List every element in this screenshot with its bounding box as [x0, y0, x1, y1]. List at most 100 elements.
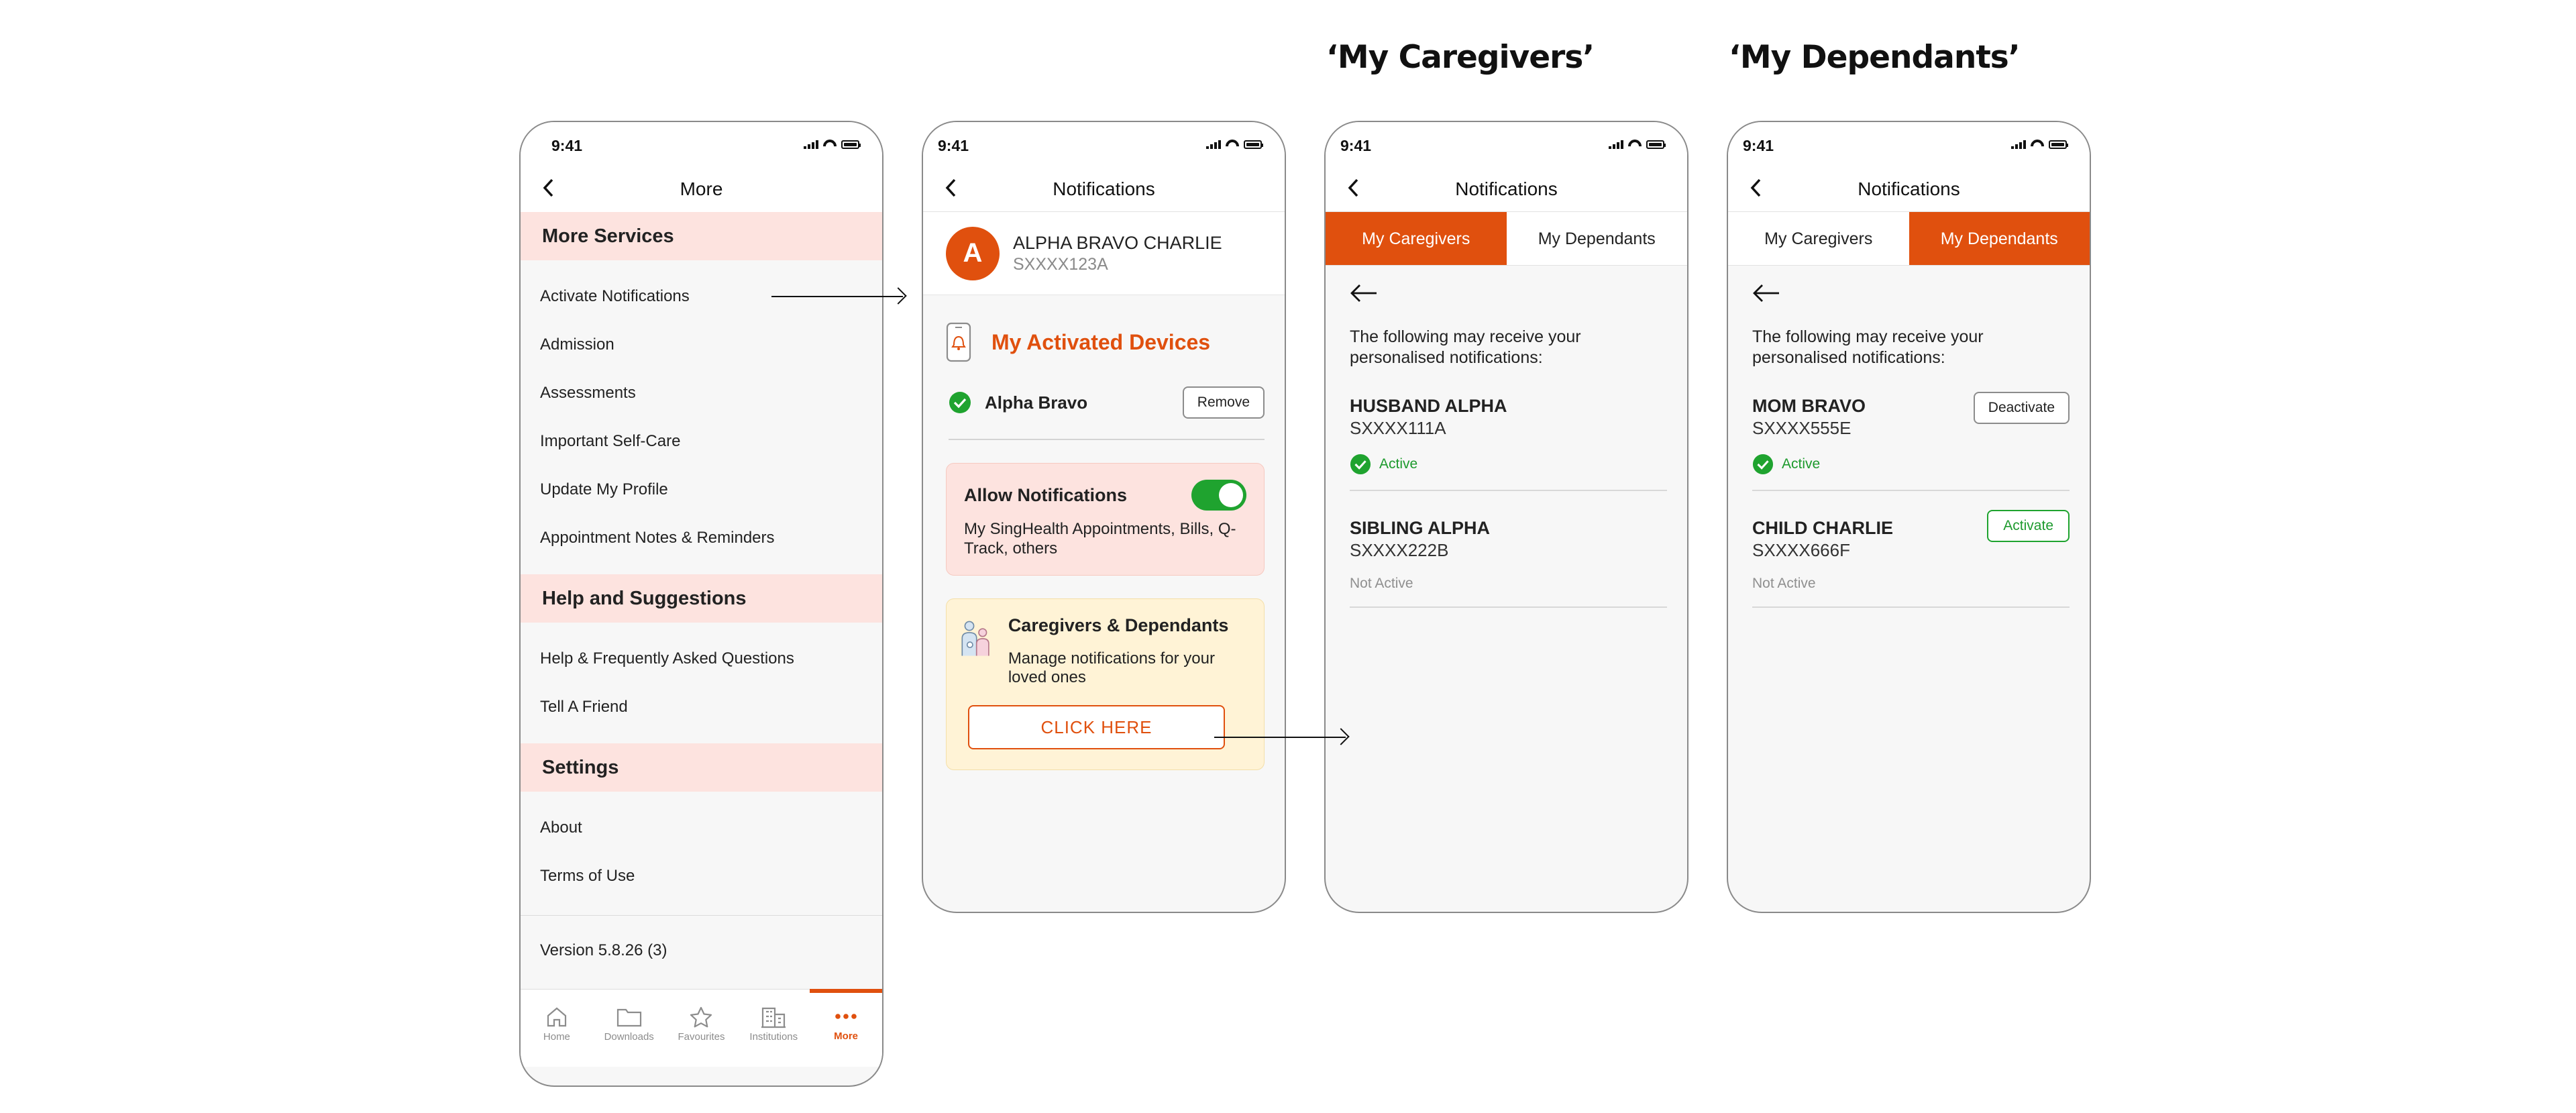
family-icon	[961, 621, 989, 656]
page-title: Notifications	[1858, 178, 1960, 199]
tab-favourites[interactable]: Favourites	[665, 990, 738, 1067]
status-badge: Active	[1350, 454, 1667, 475]
signal-icon	[1206, 140, 1221, 149]
status-text: Active	[1782, 456, 1821, 472]
allow-notifications-toggle[interactable]	[1191, 480, 1246, 511]
flow-arrow	[1214, 737, 1346, 738]
star-icon	[690, 1006, 712, 1028]
building-icon	[761, 1007, 786, 1028]
status-bar: 9:41	[1728, 122, 2090, 164]
intro-text: The following may receive your personali…	[1752, 327, 1984, 368]
phone-caregivers-screen: 9:41 Notifications My Caregivers My Depe…	[1324, 121, 1688, 913]
allow-title: Allow Notifications	[964, 484, 1127, 505]
phone-more-screen: 9:41 More More Services Activate Notific…	[519, 121, 883, 1087]
tab-label-institutions: Institutions	[749, 1031, 798, 1043]
tab-more[interactable]: More	[810, 989, 882, 1067]
menu-item-faq[interactable]: Help & Frequently Asked Questions	[521, 635, 882, 683]
intro-text: The following may receive your personali…	[1350, 327, 1581, 368]
check-circle-icon	[949, 392, 971, 413]
status-time: 9:41	[551, 137, 583, 154]
menu-item-update-profile[interactable]: Update My Profile	[521, 466, 882, 514]
section-settings: Settings	[521, 743, 882, 792]
battery-icon	[841, 140, 861, 149]
user-name: ALPHA BRAVO CHARLIE	[1013, 232, 1222, 253]
remove-button[interactable]: Remove	[1182, 386, 1265, 419]
wifi-icon	[1226, 140, 1239, 149]
page-title: Notifications	[1053, 178, 1155, 199]
person-id: SXXXX222B	[1350, 539, 1449, 560]
person-name: SIBLING ALPHA	[1350, 517, 1490, 538]
list-item: CHILD CHARLIE SXXXX666F Not Active Activ…	[1752, 491, 2070, 608]
list-item: HUSBAND ALPHA SXXXX111A Active	[1350, 369, 1667, 491]
status-time: 9:41	[938, 137, 969, 154]
signal-icon	[804, 140, 818, 149]
tab-label-favourites: Favourites	[678, 1031, 725, 1043]
status-text: Not Active	[1350, 575, 1413, 591]
home-icon	[547, 1007, 566, 1027]
arrow-left-icon[interactable]	[1752, 283, 1780, 303]
arrow-left-icon[interactable]	[1350, 283, 1378, 303]
flow-canvas: ‘My Caregivers’ ‘My Dependants’ 9:41 Mor…	[0, 0, 2576, 1113]
tab-label-more: More	[834, 1030, 858, 1042]
devices-title: My Activated Devices	[991, 329, 1211, 354]
menu-item-tell-a-friend[interactable]: Tell A Friend	[521, 683, 882, 731]
tab-home[interactable]: Home	[521, 990, 593, 1067]
battery-icon	[2049, 140, 2068, 149]
status-bar: 9:41	[521, 122, 882, 164]
signal-icon	[2011, 140, 2026, 149]
status-badge: Active	[1752, 454, 2070, 475]
tab-institutions[interactable]: Institutions	[737, 990, 810, 1067]
person-id: SXXXX666F	[1752, 539, 1850, 560]
activate-button[interactable]: Activate	[1987, 509, 2070, 542]
segmented-control: My Caregivers My Dependants	[1728, 212, 2090, 266]
menu-item-admission[interactable]: Admission	[521, 321, 882, 369]
status-badge: Not Active	[1350, 576, 1667, 592]
menu-item-important-self-care[interactable]: Important Self-Care	[521, 417, 882, 466]
check-circle-icon	[1350, 454, 1371, 474]
frame-title-dependants: ‘My Dependants’	[1729, 39, 2021, 76]
allow-description: My SingHealth Appointments, Bills, Q-Tra…	[964, 520, 1236, 558]
flow-arrow	[771, 296, 903, 297]
caregivers-description: Manage notifications for your loved ones	[1008, 649, 1215, 687]
menu-item-assessments[interactable]: Assessments	[521, 369, 882, 417]
caregivers-title: Caregivers & Dependants	[1008, 615, 1229, 635]
person-name: HUSBAND ALPHA	[1350, 395, 1507, 416]
tab-downloads[interactable]: Downloads	[593, 990, 665, 1067]
status-time: 9:41	[1340, 137, 1372, 154]
tab-my-dependants[interactable]: My Dependants	[1909, 212, 2090, 265]
user-id: SXXXX123A	[1013, 254, 1108, 274]
status-text: Active	[1379, 456, 1418, 472]
wifi-icon	[823, 140, 837, 149]
phone-bell-icon	[946, 322, 971, 362]
status-badge: Not Active	[1752, 576, 2070, 592]
wifi-icon	[2031, 140, 2044, 149]
battery-icon	[1646, 140, 1666, 149]
click-here-button[interactable]: CLICK HERE	[968, 705, 1225, 750]
tab-my-caregivers[interactable]: My Caregivers	[1728, 212, 1909, 265]
tab-label-downloads: Downloads	[604, 1031, 654, 1043]
list-item: SIBLING ALPHA SXXXX222B Not Active	[1350, 491, 1667, 608]
deactivate-button[interactable]: Deactivate	[1973, 391, 2070, 424]
folder-icon	[616, 1008, 641, 1027]
segmented-control: My Caregivers My Dependants	[1326, 212, 1687, 266]
menu-item-about[interactable]: About	[521, 804, 882, 852]
menu-item-terms[interactable]: Terms of Use	[521, 852, 882, 900]
frame-title-caregivers: ‘My Caregivers’	[1326, 39, 1595, 76]
device-name: Alpha Bravo	[985, 392, 1088, 413]
caregivers-card: Caregivers & Dependants Manage notificat…	[946, 598, 1265, 771]
battery-icon	[1244, 140, 1263, 149]
tab-label-home: Home	[543, 1031, 570, 1043]
phone-notifications-screen: 9:41 Notifications A ALPHA BRAVO CHARLIE…	[922, 121, 1286, 913]
allow-notifications-card: Allow Notifications My SingHealth Appoin…	[946, 463, 1265, 576]
status-text: Not Active	[1752, 575, 1816, 591]
bottom-tab-bar: Home Downloads Favourites Institutions M…	[521, 989, 882, 1067]
menu-item-appointment-notes[interactable]: Appointment Notes & Reminders	[521, 514, 882, 562]
device-row: Alpha Bravo Remove	[949, 386, 1265, 440]
tab-my-caregivers[interactable]: My Caregivers	[1326, 212, 1507, 265]
tab-my-dependants[interactable]: My Dependants	[1507, 212, 1688, 265]
more-dots-icon	[835, 1014, 857, 1019]
section-help: Help and Suggestions	[521, 574, 882, 623]
page-title: More	[680, 178, 723, 199]
version-label: Version 5.8.26 (3)	[521, 915, 882, 989]
signal-icon	[1609, 140, 1623, 149]
